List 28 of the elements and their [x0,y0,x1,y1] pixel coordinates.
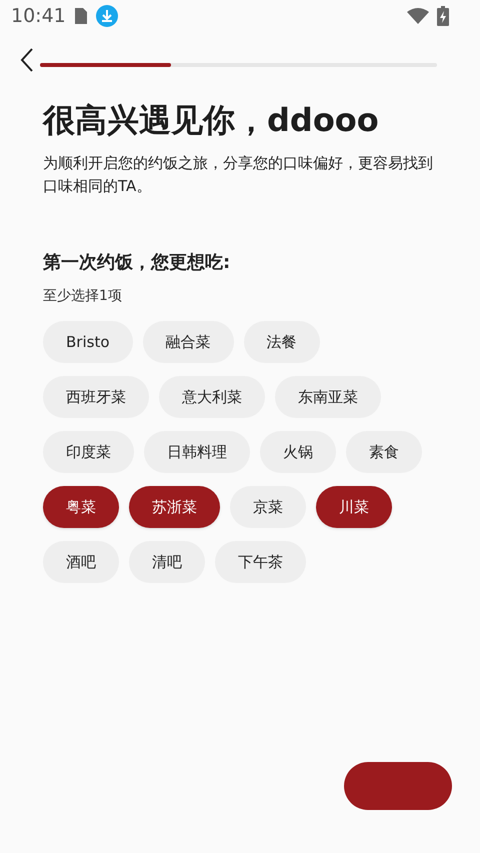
greeting-title: 很高兴遇见你，ddooo [43,100,380,141]
download-icon [96,5,118,27]
question-heading: 第一次约饭，您更想吃: [43,251,232,275]
cuisine-tag[interactable]: 法餐 [244,321,320,363]
cuisine-tag[interactable]: 素食 [346,431,422,473]
sim-card-icon [74,7,88,25]
cuisine-tag[interactable]: 火锅 [260,431,336,473]
cuisine-tag[interactable]: 川菜 [316,486,392,528]
status-time: 10:41 [11,4,66,29]
cuisine-tag[interactable]: 东南亚菜 [275,376,381,418]
cuisine-tag[interactable]: 下午茶 [215,541,306,583]
cuisine-tag[interactable]: 苏浙菜 [129,486,220,528]
next-button[interactable] [344,762,452,810]
cuisine-tag[interactable]: 西班牙菜 [43,376,149,418]
cuisine-tag[interactable]: 京菜 [230,486,306,528]
back-icon[interactable] [20,48,34,72]
cuisine-tag[interactable]: 融合菜 [142,321,234,363]
cuisine-tag[interactable]: Bristo [43,321,132,363]
cuisine-tag[interactable]: 印度菜 [43,431,134,473]
cuisine-tag[interactable]: 粤菜 [43,486,119,528]
cuisine-tag[interactable]: 日韩料理 [144,431,250,473]
cuisine-tag[interactable]: 意大利菜 [159,376,265,418]
battery-icon [437,6,449,26]
wifi-icon [407,8,429,24]
intro-text: 为顺利开启您的约饭之旅，分享您的口味偏好，更容易找到口味相同的TA。 [43,153,434,197]
hint-text: 至少选择1项 [43,287,123,306]
cuisine-tag[interactable]: 清吧 [129,541,205,583]
cuisine-tag[interactable]: 酒吧 [43,541,119,583]
